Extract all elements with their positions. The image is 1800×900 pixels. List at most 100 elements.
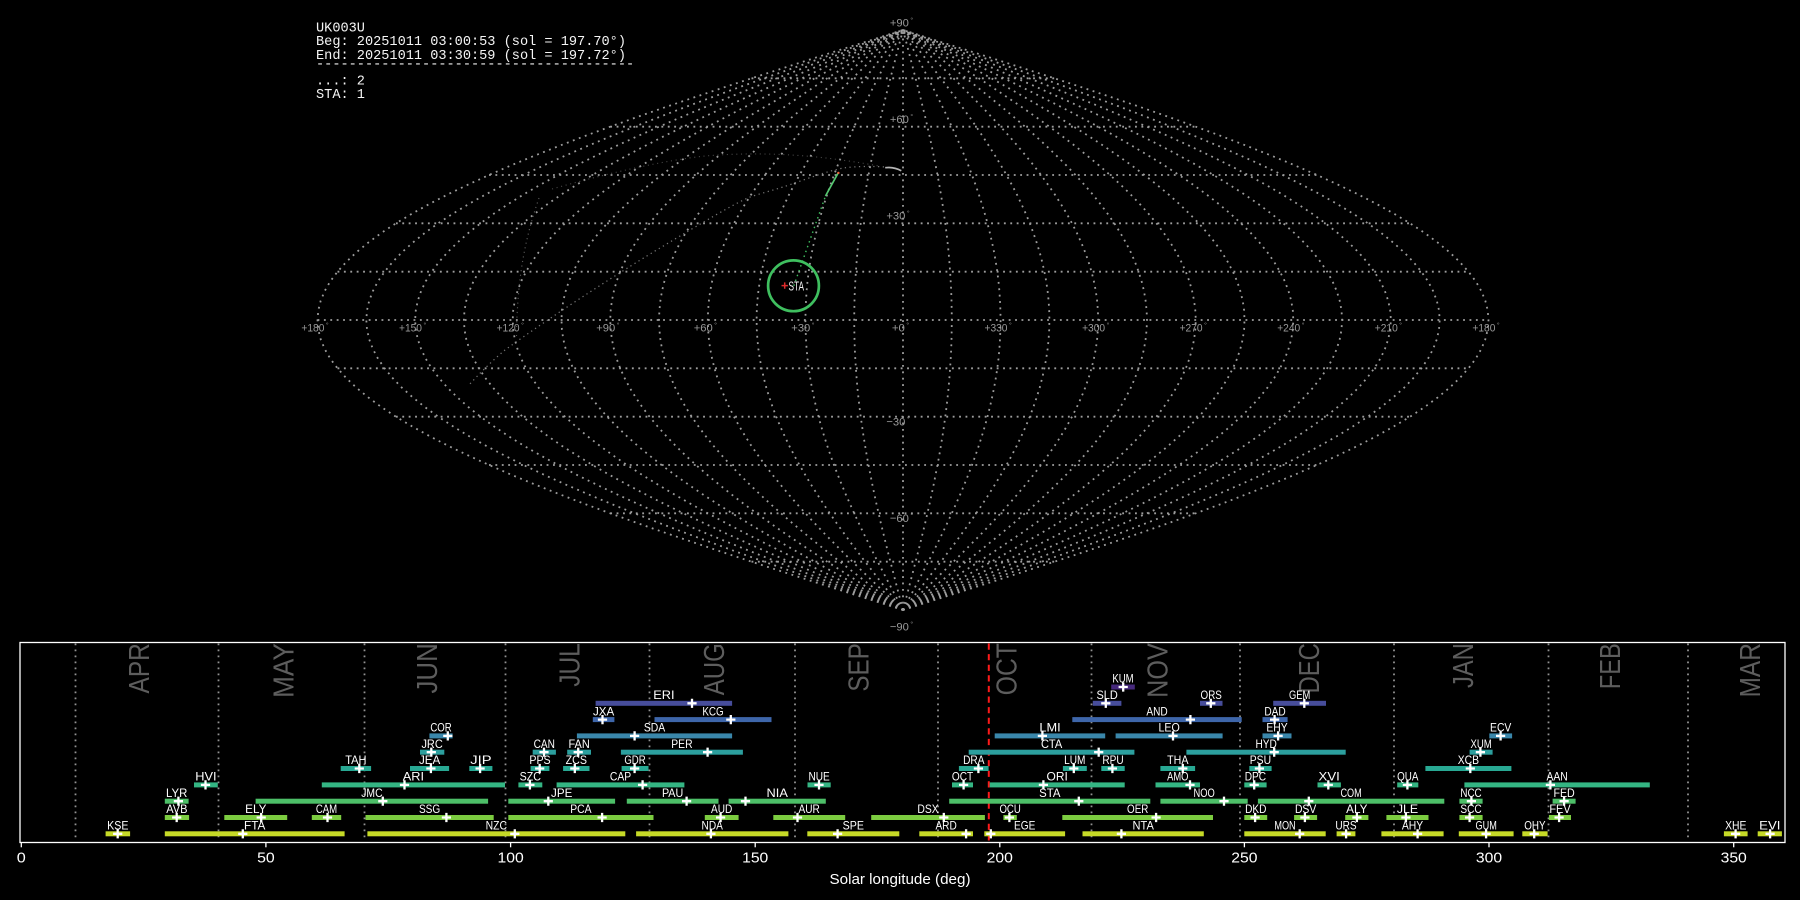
- svg-text:0: 0: [17, 851, 26, 867]
- svg-text:JPE: JPE: [551, 787, 573, 800]
- svg-text:NUE: NUE: [808, 771, 830, 784]
- svg-text:FEB: FEB: [1595, 643, 1627, 689]
- svg-text:MAY: MAY: [268, 643, 300, 698]
- svg-text:150: 150: [742, 851, 768, 867]
- svg-text:AAN: AAN: [1546, 771, 1567, 784]
- svg-text:Solar longitude (deg): Solar longitude (deg): [830, 871, 971, 888]
- svg-text:+90°: +90°: [596, 321, 620, 334]
- svg-text:+330°: +330°: [984, 321, 1012, 334]
- svg-text:XUM: XUM: [1470, 738, 1491, 751]
- svg-text:KUM: KUM: [1112, 673, 1133, 686]
- svg-text:ELY: ELY: [245, 803, 267, 816]
- svg-text:JAN: JAN: [1448, 643, 1480, 688]
- svg-text:SLD: SLD: [1096, 689, 1117, 702]
- svg-text:SPE: SPE: [843, 820, 865, 833]
- svg-text:STA: 1: STA: 1: [316, 88, 365, 103]
- svg-text:LMI: LMI: [1039, 722, 1060, 735]
- svg-text:UK003U: UK003U: [316, 21, 365, 36]
- svg-text:+240°: +240°: [1277, 321, 1305, 334]
- svg-text:+210°: +210°: [1375, 321, 1403, 334]
- svg-text:DPC: DPC: [1245, 771, 1266, 784]
- svg-text:AHY: AHY: [1402, 820, 1424, 833]
- svg-text:HVI: HVI: [195, 771, 216, 784]
- svg-text:OER: OER: [1127, 803, 1148, 816]
- svg-text:DRA: DRA: [963, 754, 985, 767]
- svg-text:QUA: QUA: [1397, 771, 1419, 784]
- svg-text:+150°: +150°: [399, 321, 427, 334]
- svg-text:CAN: CAN: [534, 738, 555, 751]
- svg-text:ARD: ARD: [935, 820, 956, 833]
- svg-text:JIP: JIP: [470, 754, 492, 767]
- svg-text:AMO: AMO: [1167, 771, 1188, 784]
- svg-text:XHE: XHE: [1725, 820, 1747, 833]
- svg-text:EGE: EGE: [1014, 820, 1036, 833]
- svg-text:TAH: TAH: [345, 754, 366, 767]
- svg-text:200: 200: [987, 851, 1013, 867]
- svg-text:−90°: −90°: [890, 620, 914, 633]
- svg-text:+60°: +60°: [694, 321, 718, 334]
- svg-text:SEP: SEP: [843, 643, 875, 691]
- svg-text:STA: STA: [789, 279, 805, 293]
- svg-text:FEV: FEV: [1549, 803, 1571, 816]
- svg-text:250: 250: [1231, 851, 1257, 867]
- svg-text:ORI: ORI: [1047, 771, 1068, 784]
- svg-text:NZC: NZC: [486, 820, 507, 833]
- svg-text:50: 50: [257, 851, 275, 867]
- svg-text:PPS: PPS: [529, 754, 551, 767]
- svg-text:COM: COM: [1340, 787, 1361, 800]
- svg-text:PER: PER: [671, 738, 692, 751]
- svg-text:RPU: RPU: [1102, 754, 1123, 767]
- svg-text:PAU: PAU: [662, 787, 683, 800]
- svg-text:STA: STA: [1039, 787, 1061, 800]
- svg-text:FED: FED: [1553, 787, 1574, 800]
- svg-text:HYD: HYD: [1255, 738, 1276, 751]
- svg-text:ARI: ARI: [403, 771, 424, 784]
- svg-text:OCT: OCT: [952, 771, 973, 784]
- svg-text:AUG: AUG: [699, 643, 731, 695]
- svg-text:NOO: NOO: [1193, 787, 1214, 800]
- svg-text:MAR: MAR: [1735, 643, 1767, 697]
- svg-text:URS: URS: [1335, 820, 1357, 833]
- svg-text:KSE: KSE: [107, 820, 129, 833]
- svg-text:+180°: +180°: [1472, 321, 1500, 334]
- svg-text:+90°: +90°: [890, 16, 914, 29]
- svg-text:OCU: OCU: [999, 803, 1020, 816]
- svg-text:CTA: CTA: [1041, 738, 1063, 751]
- svg-text:JXA: JXA: [593, 705, 615, 718]
- svg-text:PSU: PSU: [1250, 754, 1271, 767]
- svg-text:GEM: GEM: [1289, 689, 1310, 702]
- svg-text:SCC: SCC: [1460, 803, 1481, 816]
- svg-text:XCB: XCB: [1458, 754, 1480, 767]
- svg-text:SDA: SDA: [644, 722, 666, 735]
- svg-text:COR: COR: [430, 722, 451, 735]
- svg-text:EVI: EVI: [1759, 820, 1780, 833]
- svg-text:MON: MON: [1274, 820, 1295, 833]
- svg-text:ORS: ORS: [1201, 689, 1223, 702]
- svg-text:+0°: +0°: [892, 321, 910, 334]
- svg-text:100: 100: [498, 851, 524, 867]
- svg-text:+120°: +120°: [497, 321, 525, 334]
- svg-text:THA: THA: [1167, 754, 1189, 767]
- svg-text:350: 350: [1721, 851, 1747, 867]
- svg-text:APR: APR: [124, 643, 156, 693]
- svg-text:NIA: NIA: [767, 787, 789, 800]
- svg-text:EHY: EHY: [1266, 722, 1288, 735]
- svg-text:AUD: AUD: [711, 803, 732, 816]
- svg-text:XVI: XVI: [1319, 771, 1340, 784]
- svg-text:+60°: +60°: [890, 113, 914, 126]
- svg-text:FAN: FAN: [568, 738, 589, 751]
- svg-text:DSV: DSV: [1295, 803, 1317, 816]
- svg-text:NOV: NOV: [1143, 643, 1175, 698]
- svg-text:SSG: SSG: [419, 803, 440, 816]
- svg-text:JUN: JUN: [412, 643, 444, 693]
- svg-text:FTA: FTA: [244, 820, 266, 833]
- svg-text:ECV: ECV: [1490, 722, 1512, 735]
- svg-text:CAP: CAP: [610, 771, 632, 784]
- svg-text:NDA: NDA: [702, 820, 724, 833]
- svg-text:300: 300: [1476, 851, 1502, 867]
- svg-text:PCA: PCA: [570, 803, 592, 816]
- svg-text:AVB: AVB: [166, 803, 188, 816]
- svg-text:AND: AND: [1146, 705, 1167, 718]
- svg-text:+30°: +30°: [886, 209, 910, 222]
- svg-text:+300°: +300°: [1082, 321, 1110, 334]
